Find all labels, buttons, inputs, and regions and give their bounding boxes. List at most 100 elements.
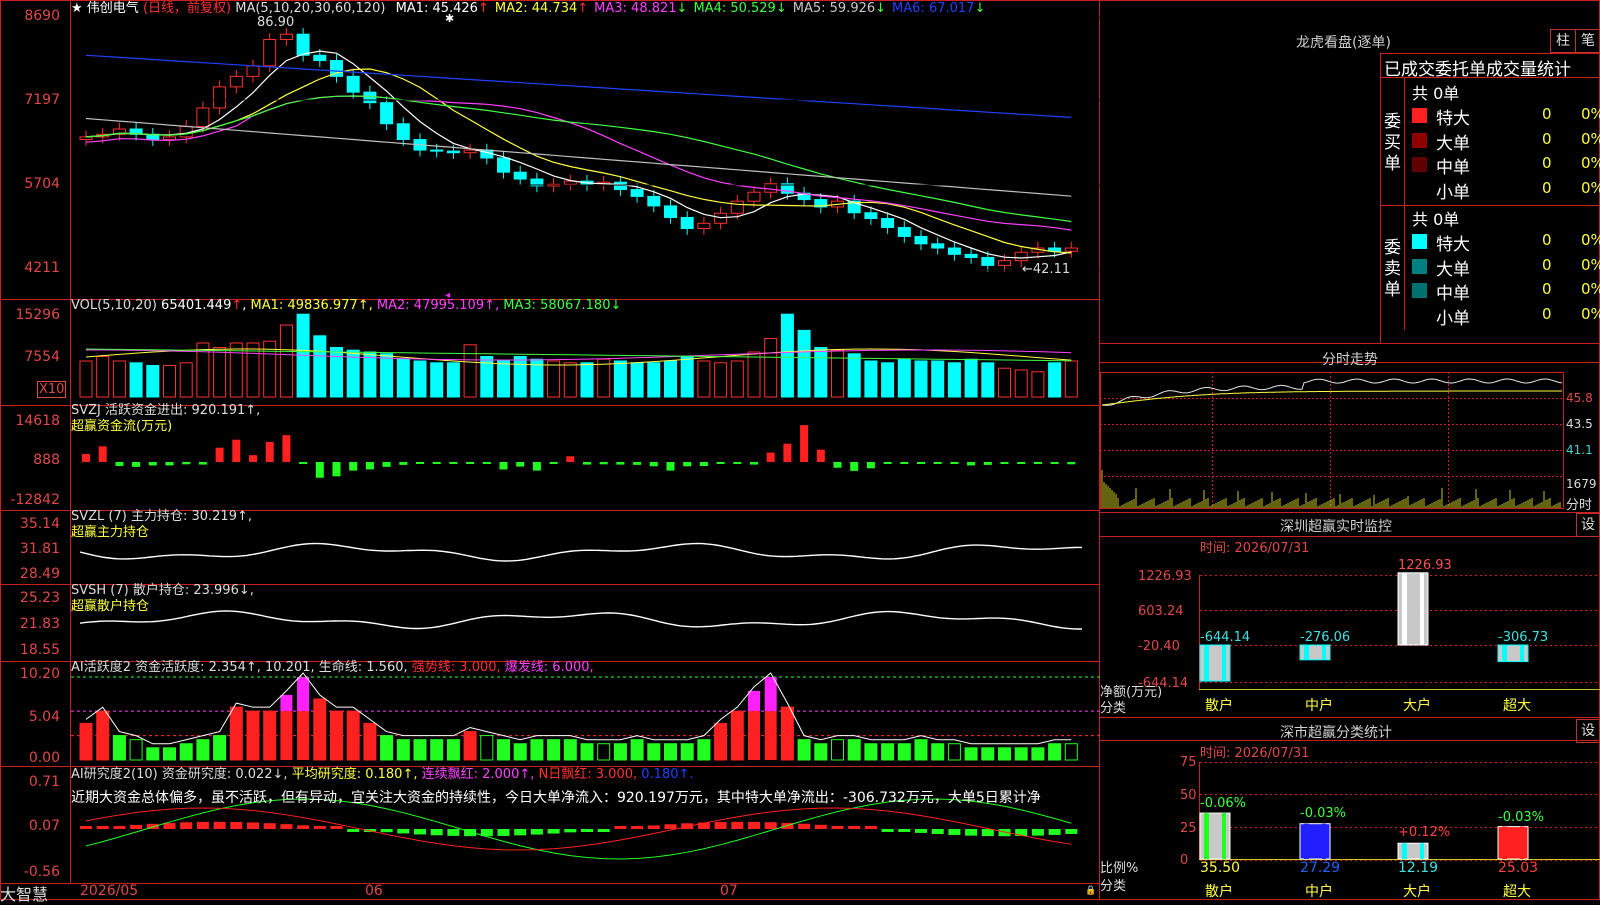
order-count: 0 xyxy=(1542,255,1552,274)
svzj-bar xyxy=(182,462,191,465)
candle-body xyxy=(613,181,627,191)
order-percent: 0% xyxy=(1581,178,1600,197)
ma-label: MA(5,10,20,30,60,120) xyxy=(235,1,386,16)
candle-body xyxy=(463,149,477,154)
order-count: 0 xyxy=(1542,280,1552,298)
ai-research-bar xyxy=(230,821,243,829)
volume-bar xyxy=(179,362,193,398)
candle-body xyxy=(680,216,694,230)
ai-active-bar xyxy=(313,698,327,761)
sz-class-settings-button[interactable]: 设 xyxy=(1576,719,1600,743)
bar-mode-button[interactable]: 柱 xyxy=(1550,29,1576,53)
volume-bar xyxy=(380,353,394,398)
ai-research-bar xyxy=(380,829,393,833)
svzj-bar xyxy=(983,462,992,465)
ai-research-bar xyxy=(714,822,727,829)
ai-active-bar xyxy=(580,743,594,761)
order-percent: 0% xyxy=(1581,154,1600,172)
star-icon[interactable]: ★ xyxy=(71,1,83,16)
volume-bar xyxy=(964,358,978,398)
y-tick: 35.14 xyxy=(19,516,60,532)
ai-research-bar xyxy=(581,829,593,832)
tab-filled[interactable]: 已成交 xyxy=(1384,60,1435,80)
color-swatch-icon xyxy=(1412,258,1427,274)
ai-research-bar xyxy=(864,826,877,829)
ai-research-bar xyxy=(180,822,193,829)
volume-bar xyxy=(547,360,561,398)
y-tick: 0.71 xyxy=(28,774,60,790)
ai-research-bar xyxy=(764,822,777,829)
ai-active-bar xyxy=(330,710,343,761)
volume-bar xyxy=(112,360,126,398)
brand-logo[interactable]: 大智慧 xyxy=(0,881,48,905)
svzl-header: SVZL (7) 主力持仓: 30.219↑, xyxy=(71,509,252,524)
sz2-y-tick: 0 xyxy=(1180,853,1188,868)
ai-active-bar xyxy=(664,743,677,761)
chart-mode[interactable]: (日线，前复权) xyxy=(143,1,231,16)
sz1-category-label: 大户 xyxy=(1403,697,1431,714)
ai-research-bar xyxy=(330,826,343,829)
ai-active-bar xyxy=(914,739,928,761)
sz-monitor-xlabel: 分类 xyxy=(1100,701,1127,716)
ai-active-bar xyxy=(497,739,510,761)
tick-mode-button[interactable]: 笔 xyxy=(1575,29,1600,53)
ai-research-bar xyxy=(280,824,293,829)
ai-research-bar xyxy=(213,821,226,829)
color-swatch-icon xyxy=(1412,234,1427,249)
volume-bar xyxy=(831,349,844,398)
volume-bar xyxy=(981,362,995,398)
candle-body xyxy=(196,107,210,127)
vol-ma1: MA1: 49836.977↑, xyxy=(250,298,373,313)
candle-body xyxy=(864,212,878,220)
tab-volume-stats[interactable]: 成交量统计 xyxy=(1486,60,1571,80)
fenshi-title: 分时走势 xyxy=(1322,352,1378,368)
candle-body xyxy=(296,33,310,56)
svzj-bar xyxy=(466,462,475,464)
ma20-line xyxy=(85,95,1072,231)
candle-body xyxy=(213,86,227,109)
ai-active-bar xyxy=(463,731,477,761)
svzj-bar xyxy=(967,462,976,466)
ai-active-bar xyxy=(947,743,961,761)
svzj-bar xyxy=(733,462,742,464)
volume-bar xyxy=(413,360,427,398)
category-bar-stripe xyxy=(1204,645,1209,682)
vol-value: 65401.449 xyxy=(161,298,232,313)
sz2-change-label: -0.06% xyxy=(1200,796,1246,811)
ma-value-5: MA5: 59.926↓ xyxy=(792,1,887,16)
color-swatch-icon xyxy=(1412,181,1427,197)
ai-active-bar xyxy=(1048,743,1062,761)
volume-bar xyxy=(279,324,293,398)
tab-orders[interactable]: 委托单 xyxy=(1435,60,1486,80)
volume-bar xyxy=(647,362,661,398)
sz1-value-label: -644.14 xyxy=(1200,630,1250,645)
sz1-value-label: -306.73 xyxy=(1498,630,1548,645)
candle-body xyxy=(313,54,327,62)
fenshi-label[interactable]: 分时 xyxy=(1566,494,1592,513)
candle-body xyxy=(79,136,93,141)
order-percent: 0% xyxy=(1581,129,1600,148)
fenshi-frame xyxy=(1100,372,1564,509)
svzj-bar xyxy=(933,462,942,464)
ai-active-bar xyxy=(613,743,627,761)
ai-research-bars xyxy=(80,821,1078,837)
ai-research-bar xyxy=(313,826,326,829)
sz-monitor-settings-button[interactable]: 设 xyxy=(1576,513,1600,537)
volume-bar xyxy=(764,338,778,398)
y-tick: 7197 xyxy=(24,92,60,108)
volume-bar xyxy=(163,365,176,398)
svzj-bar xyxy=(532,462,541,471)
volume-bar xyxy=(680,356,694,398)
svzj-bar xyxy=(1017,462,1026,464)
svzj-bar xyxy=(633,462,642,465)
ai-research-bar xyxy=(497,829,510,836)
y-tick: 5.04 xyxy=(28,709,60,725)
ai-active-bar xyxy=(413,739,427,761)
svzj-bar xyxy=(1033,462,1042,464)
fenshi-tick: 43.5 xyxy=(1566,417,1593,431)
ai-research-bar xyxy=(981,829,994,837)
ai-research-bar xyxy=(564,829,577,833)
category-bar-stripe xyxy=(1402,572,1407,645)
sz2-y-tick: 50 xyxy=(1180,788,1197,803)
vol-unit-badge[interactable]: X10 xyxy=(37,381,67,398)
